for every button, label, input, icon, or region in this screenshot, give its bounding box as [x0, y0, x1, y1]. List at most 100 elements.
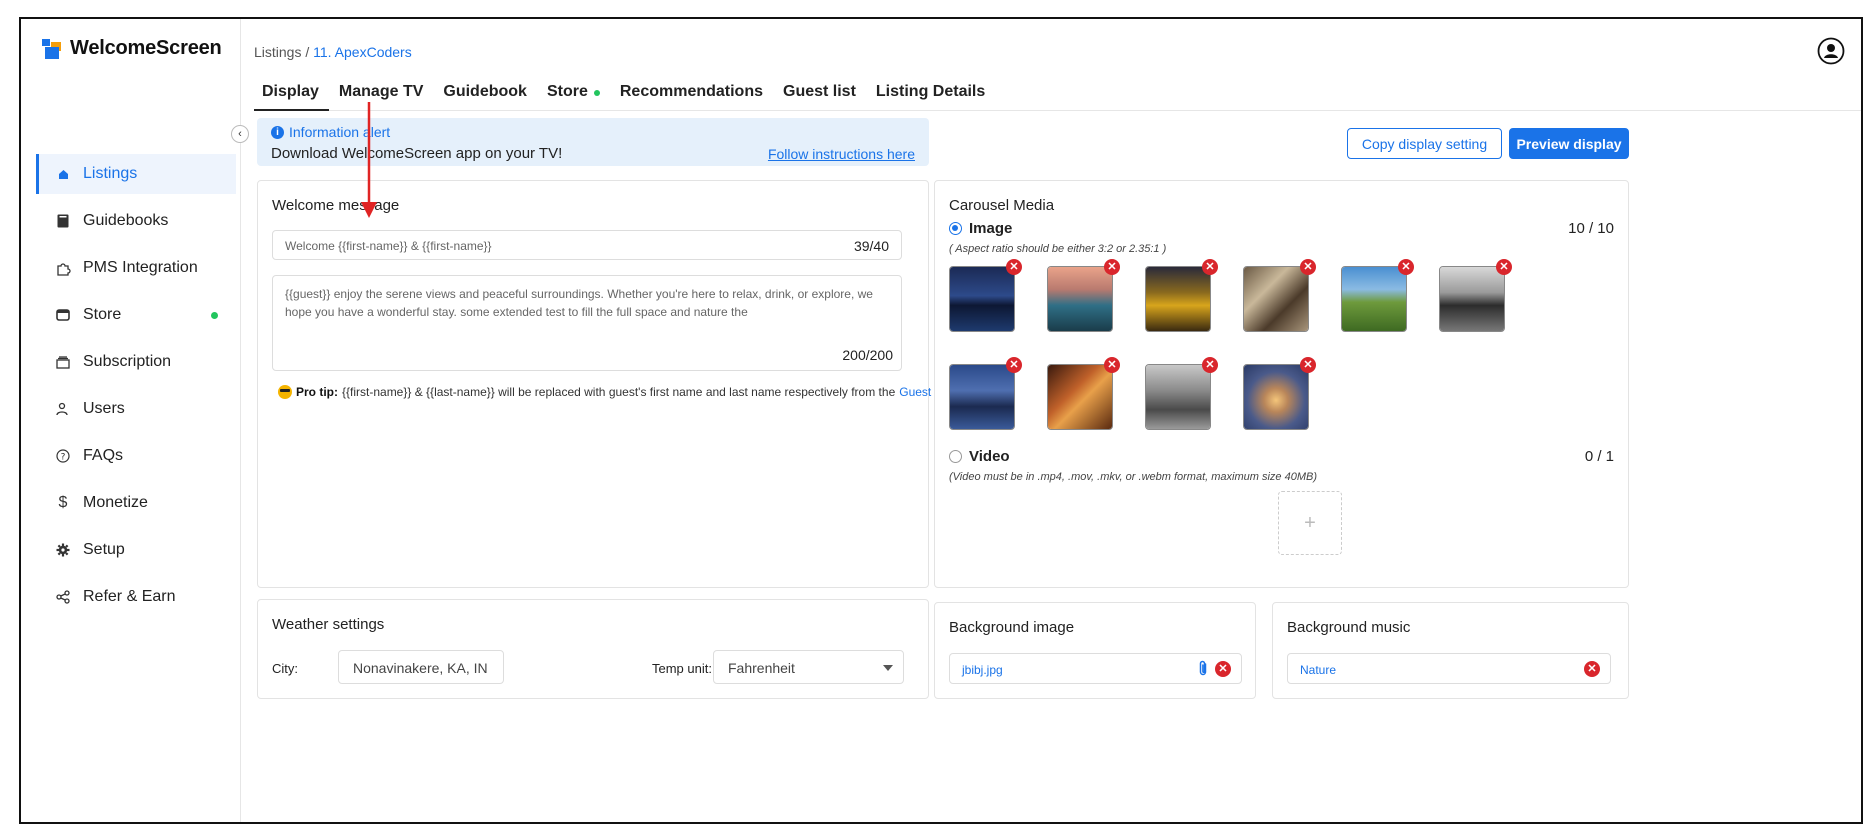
background-image-title: Background image: [949, 619, 1075, 636]
tab-guidebook[interactable]: Guidebook: [433, 77, 537, 111]
breadcrumb: Listings / 11. ApexCoders: [254, 44, 412, 60]
sidebar-item-setup[interactable]: Setup: [36, 530, 236, 570]
sidebar-item-subscription[interactable]: Subscription: [36, 342, 236, 382]
sidebar-item-store[interactable]: Store: [36, 295, 236, 335]
tab-listing-details[interactable]: Listing Details: [866, 77, 995, 111]
sidebar-nav: Listings Guidebooks PMS Integration Stor…: [36, 154, 236, 624]
carousel-image-thumb[interactable]: ✕: [1243, 357, 1316, 430]
background-music-field[interactable]: Nature ✕: [1287, 653, 1611, 684]
carousel-image-thumb[interactable]: ✕: [1145, 259, 1218, 332]
remove-image-icon[interactable]: ✕: [1300, 259, 1316, 275]
image-harbor-dusk: [950, 365, 1014, 429]
remove-image-icon[interactable]: ✕: [1202, 259, 1218, 275]
carousel-image-thumb[interactable]: ✕: [1439, 259, 1512, 332]
remove-image-icon[interactable]: ✕: [1104, 259, 1120, 275]
temp-unit-select[interactable]: Fahrenheit: [713, 650, 904, 684]
preview-display-button[interactable]: Preview display: [1509, 128, 1629, 159]
sidebar-item-label: FAQs: [83, 447, 124, 464]
sidebar-item-label: PMS Integration: [83, 259, 198, 276]
remove-background-image-icon[interactable]: ✕: [1215, 661, 1231, 677]
remove-image-icon[interactable]: ✕: [1300, 357, 1316, 373]
body-char-count: 200/200: [842, 347, 893, 363]
remove-image-icon[interactable]: ✕: [1006, 259, 1022, 275]
sidebar-item-monetize[interactable]: $ Monetize: [36, 483, 236, 523]
carousel-image-thumb[interactable]: ✕: [949, 357, 1022, 430]
video-radio-label: Video: [969, 448, 1010, 465]
sidebar-item-label: Refer & Earn: [83, 588, 176, 605]
carousel-media-card: Carousel Media Image 10 / 10 ( Aspect ra…: [934, 180, 1629, 588]
radio-selected-icon: [949, 222, 962, 235]
image-count: 10 / 10: [1568, 220, 1614, 237]
sidebar-item-label: Subscription: [83, 353, 172, 370]
remove-image-icon[interactable]: ✕: [1006, 357, 1022, 373]
image-city-night: [950, 267, 1014, 331]
image-radio-label: Image: [969, 220, 1013, 237]
tab-store[interactable]: Store: [537, 77, 610, 111]
background-image-filename[interactable]: jbibj.jpg: [962, 663, 1003, 677]
background-music-value[interactable]: Nature: [1300, 663, 1336, 677]
copy-display-setting-button[interactable]: Copy display setting: [1347, 128, 1502, 159]
add-video-button[interactable]: +: [1278, 491, 1342, 555]
carousel-image-thumb[interactable]: ✕: [1047, 357, 1120, 430]
sidebar-item-listings[interactable]: Listings: [36, 154, 236, 194]
city-label: City:: [272, 661, 298, 676]
info-icon: i: [271, 125, 284, 139]
sidebar-item-pms-integration[interactable]: PMS Integration: [36, 248, 236, 288]
carousel-image-thumb[interactable]: ✕: [1243, 259, 1316, 332]
sidebar-item-guidebooks[interactable]: Guidebooks: [36, 201, 236, 241]
tab-guest-list[interactable]: Guest list: [773, 77, 866, 111]
app-window: WelcomeScreen Listings Guidebooks PMS In…: [19, 17, 1863, 824]
alert-title: i Information alert: [271, 124, 390, 140]
remove-image-icon[interactable]: ✕: [1202, 357, 1218, 373]
carousel-image-thumb[interactable]: ✕: [1145, 357, 1218, 430]
pro-tip-text: {{first-name}} & {{last-name}} will be r…: [342, 385, 896, 399]
store-status-dot: [211, 311, 218, 319]
sidebar-item-label: Monetize: [83, 494, 148, 511]
alert-title-text: Information alert: [289, 124, 391, 140]
app-logo[interactable]: WelcomeScreen: [42, 37, 222, 60]
tab-display[interactable]: Display: [254, 77, 329, 111]
welcome-body-textarea[interactable]: {{guest}} enjoy the serene views and pea…: [272, 275, 902, 371]
city-input[interactable]: Nonavinakere, KA, IN: [338, 650, 504, 684]
subject-char-count: 39/40: [853, 238, 889, 254]
carousel-image-thumb[interactable]: ✕: [1047, 259, 1120, 332]
faq-icon: ?: [55, 448, 71, 464]
background-music-title: Background music: [1287, 619, 1411, 636]
follow-instructions-link[interactable]: Follow instructions here: [768, 146, 915, 162]
paperclip-icon[interactable]: [1197, 660, 1209, 681]
background-image-field[interactable]: jbibj.jpg ✕: [949, 653, 1242, 684]
weather-settings-card: Weather settings City: Nonavinakere, KA,…: [257, 599, 929, 699]
welcome-subject-input[interactable]: Welcome {{first-name}} & {{first-name}} …: [272, 230, 902, 260]
breadcrumb-current[interactable]: 11. ApexCoders: [313, 44, 412, 60]
welcome-message-card: Welcome message Welcome {{first-name}} &…: [257, 180, 953, 588]
remove-image-icon[interactable]: ✕: [1496, 259, 1512, 275]
welcome-message-title: Welcome message: [272, 197, 400, 214]
sidebar-item-faqs[interactable]: ? FAQs: [36, 436, 236, 476]
logo-mark-icon: [42, 38, 64, 59]
share-icon: [55, 589, 71, 605]
pro-tip-label: Pro tip:: [296, 385, 338, 399]
image-restaurant: [1048, 365, 1112, 429]
user-account-icon[interactable]: [1817, 37, 1845, 65]
sidebar-collapse-button[interactable]: ‹: [231, 125, 249, 143]
background-music-card: Background music Nature ✕: [1272, 602, 1629, 699]
welcome-subject-value: Welcome {{first-name}} & {{first-name}}: [285, 239, 492, 253]
sidebar-item-refer-earn[interactable]: Refer & Earn: [36, 577, 236, 617]
sidebar-item-label: Users: [83, 400, 125, 417]
breadcrumb-root[interactable]: Listings: [254, 44, 301, 60]
image-coast-sunset: [1048, 267, 1112, 331]
video-radio-option[interactable]: Video: [949, 448, 1010, 465]
caret-down-icon: [883, 665, 893, 671]
sidebar-item-users[interactable]: Users: [36, 389, 236, 429]
remove-image-icon[interactable]: ✕: [1104, 357, 1120, 373]
tab-manage-tv[interactable]: Manage TV: [329, 77, 433, 111]
image-radio-option[interactable]: Image: [949, 220, 1012, 237]
carousel-image-thumb[interactable]: ✕: [949, 259, 1022, 332]
tab-recommendations[interactable]: Recommendations: [610, 77, 773, 111]
svg-text:?: ?: [61, 453, 66, 463]
remove-background-music-icon[interactable]: ✕: [1584, 661, 1600, 677]
sidebar-item-label: Guidebooks: [83, 212, 169, 229]
carousel-image-thumb[interactable]: ✕: [1341, 259, 1414, 332]
sunglasses-emoji-icon: [278, 385, 292, 399]
remove-image-icon[interactable]: ✕: [1398, 259, 1414, 275]
